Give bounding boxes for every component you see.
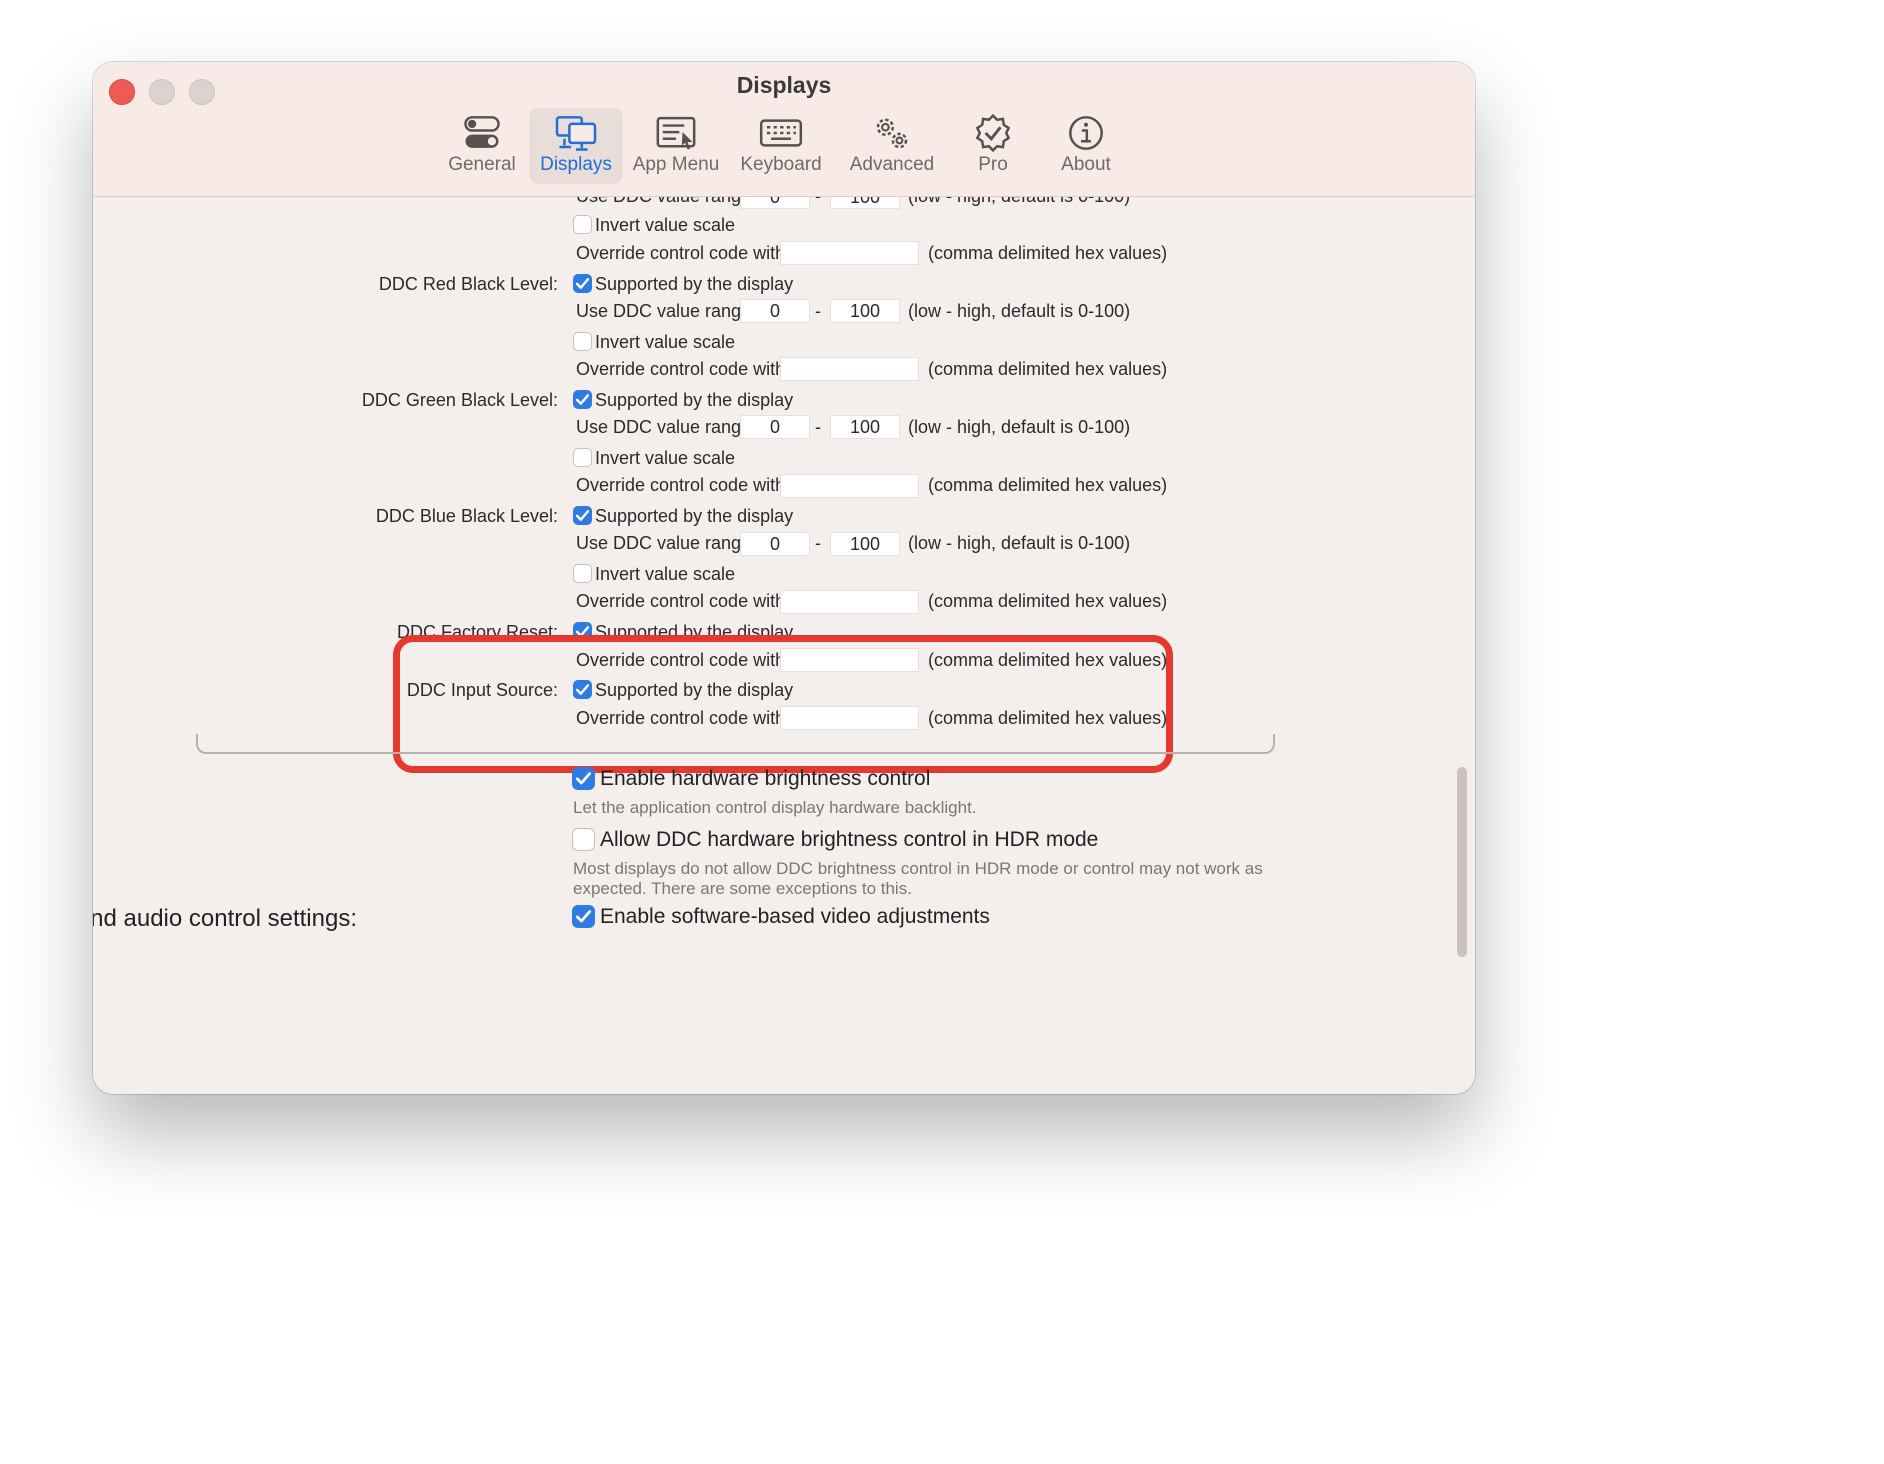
checkmark-icon [575,278,590,289]
range-dash: - [815,301,821,321]
invert-label: Invert value scale [595,215,736,235]
range-hint: (low - high, default is 0-100) [908,533,1131,553]
supported-label: Supported by the display [595,390,794,410]
checkmark-icon [575,910,592,923]
vertical-scrollbar[interactable] [1455,197,1469,1094]
preferences-window: Displays General Displays App Menu Keybo… [93,62,1475,1094]
hdr-brightness-note-line2: expected. There are some exceptions to t… [573,879,912,898]
software-video-label: Enable software-based video adjustments [600,905,990,928]
use-range-label: Use DDC value range [576,533,752,553]
red-black-override-field[interactable] [780,357,919,381]
override-label: Override control code with [576,243,786,263]
checkmark-icon [575,772,592,785]
override-hint: (comma delimited hex values) [928,243,1168,263]
info-icon [1069,116,1103,150]
badge-check-icon [975,114,1011,152]
video-audio-section-label: Video and audio control settings: [93,905,357,932]
tab-displays-label: Displays [540,154,612,175]
range-hint: (low - high, default is 0-100) [908,197,1130,207]
red-black-range-high-field[interactable]: 100 [830,299,900,323]
override-hint: (comma delimited hex values) [928,359,1168,379]
tab-general[interactable]: General [436,108,528,184]
software-video-checkbox[interactable] [572,905,595,928]
range-high-field[interactable]: 100 [830,197,900,209]
red-black-range-low-field[interactable]: 0 [740,299,810,323]
override-hint: (comma delimited hex values) [928,475,1168,495]
displays-icon [555,116,597,151]
tab-about[interactable]: About [1046,108,1126,184]
tab-about-label: About [1061,154,1111,175]
green-black-invert-checkbox[interactable] [573,448,592,467]
use-range-label: Use DDC value range [576,197,751,207]
invert-label: Invert value scale [595,448,736,468]
supported-label: Supported by the display [595,274,794,294]
red-black-supported-checkbox[interactable] [573,274,592,293]
preferences-toolbar: General Displays App Menu Keyboard Advan… [93,108,1475,200]
title-bar: Displays General Displays App Menu Keybo… [93,62,1475,197]
range-dash: - [815,533,821,553]
override-label: Override control code with [576,475,786,495]
blue-black-supported-checkbox[interactable] [573,506,592,525]
ddc-green-black-level-label: DDC Green Black Level: [361,390,558,410]
hdr-brightness-label: Allow DDC hardware brightness control in… [600,828,1099,851]
hw-brightness-checkbox[interactable] [572,767,595,790]
invert-checkbox[interactable] [573,215,592,234]
invert-label: Invert value scale [595,332,736,352]
checkmark-icon [575,394,590,405]
tab-keyboard[interactable]: Keyboard [736,108,826,184]
app-menu-icon [656,116,696,150]
override-field[interactable] [780,241,919,265]
override-label: Override control code with [576,591,786,611]
green-black-override-field[interactable] [780,474,919,498]
blue-black-range-low-field[interactable]: 0 [740,532,810,556]
green-black-range-high-field[interactable]: 100 [830,415,900,439]
override-hint: (comma delimited hex values) [928,591,1168,611]
green-black-range-low-field[interactable]: 0 [740,415,810,439]
range-dash: - [815,197,821,207]
range-hint: (low - high, default is 0-100) [908,301,1131,321]
tab-general-label: General [448,154,516,175]
hw-brightness-note: Let the application control display hard… [573,798,977,817]
hdr-brightness-checkbox[interactable] [572,828,595,851]
tab-keyboard-label: Keyboard [740,154,822,175]
red-black-invert-checkbox[interactable] [573,332,592,351]
tab-pro-label: Pro [978,154,1008,175]
blue-black-range-high-field[interactable]: 100 [830,532,900,556]
tab-app-menu[interactable]: App Menu [626,108,726,184]
use-range-label: Use DDC value range [576,301,752,321]
hdr-brightness-note-line1: Most displays do not allow DDC brightnes… [573,859,1263,878]
ddc-blue-black-level-label: DDC Blue Black Level: [375,506,558,526]
green-black-supported-checkbox[interactable] [573,390,592,409]
range-hint: (low - high, default is 0-100) [908,417,1131,437]
tab-app-menu-label: App Menu [632,154,720,175]
window-title: Displays [736,72,832,98]
use-range-label: Use DDC value range [576,417,752,437]
tab-pro[interactable]: Pro [959,108,1027,184]
ddc-red-black-level-label: DDC Red Black Level: [378,274,558,294]
invert-label: Invert value scale [595,564,736,584]
tab-advanced-label: Advanced [849,154,935,175]
ddc-group-box-edge [196,734,1275,754]
toggle-icon [464,116,500,148]
scrollbar-thumb[interactable] [1457,767,1467,957]
keyboard-icon [759,119,803,147]
hw-brightness-label: Enable hardware brightness control [600,767,931,790]
gears-icon [876,118,908,149]
blue-black-override-field[interactable] [780,590,919,614]
blue-black-invert-checkbox[interactable] [573,564,592,583]
checkmark-icon [575,510,590,521]
tab-displays[interactable]: Displays [529,108,623,184]
supported-label: Supported by the display [595,506,794,526]
range-low-field[interactable]: 0 [740,197,810,209]
range-dash: - [815,417,821,437]
displays-settings-pane: Use DDC value range 0 - 100 (low - high,… [93,197,1475,1094]
override-label: Override control code with [576,359,786,379]
tab-advanced[interactable]: Advanced [845,108,939,184]
